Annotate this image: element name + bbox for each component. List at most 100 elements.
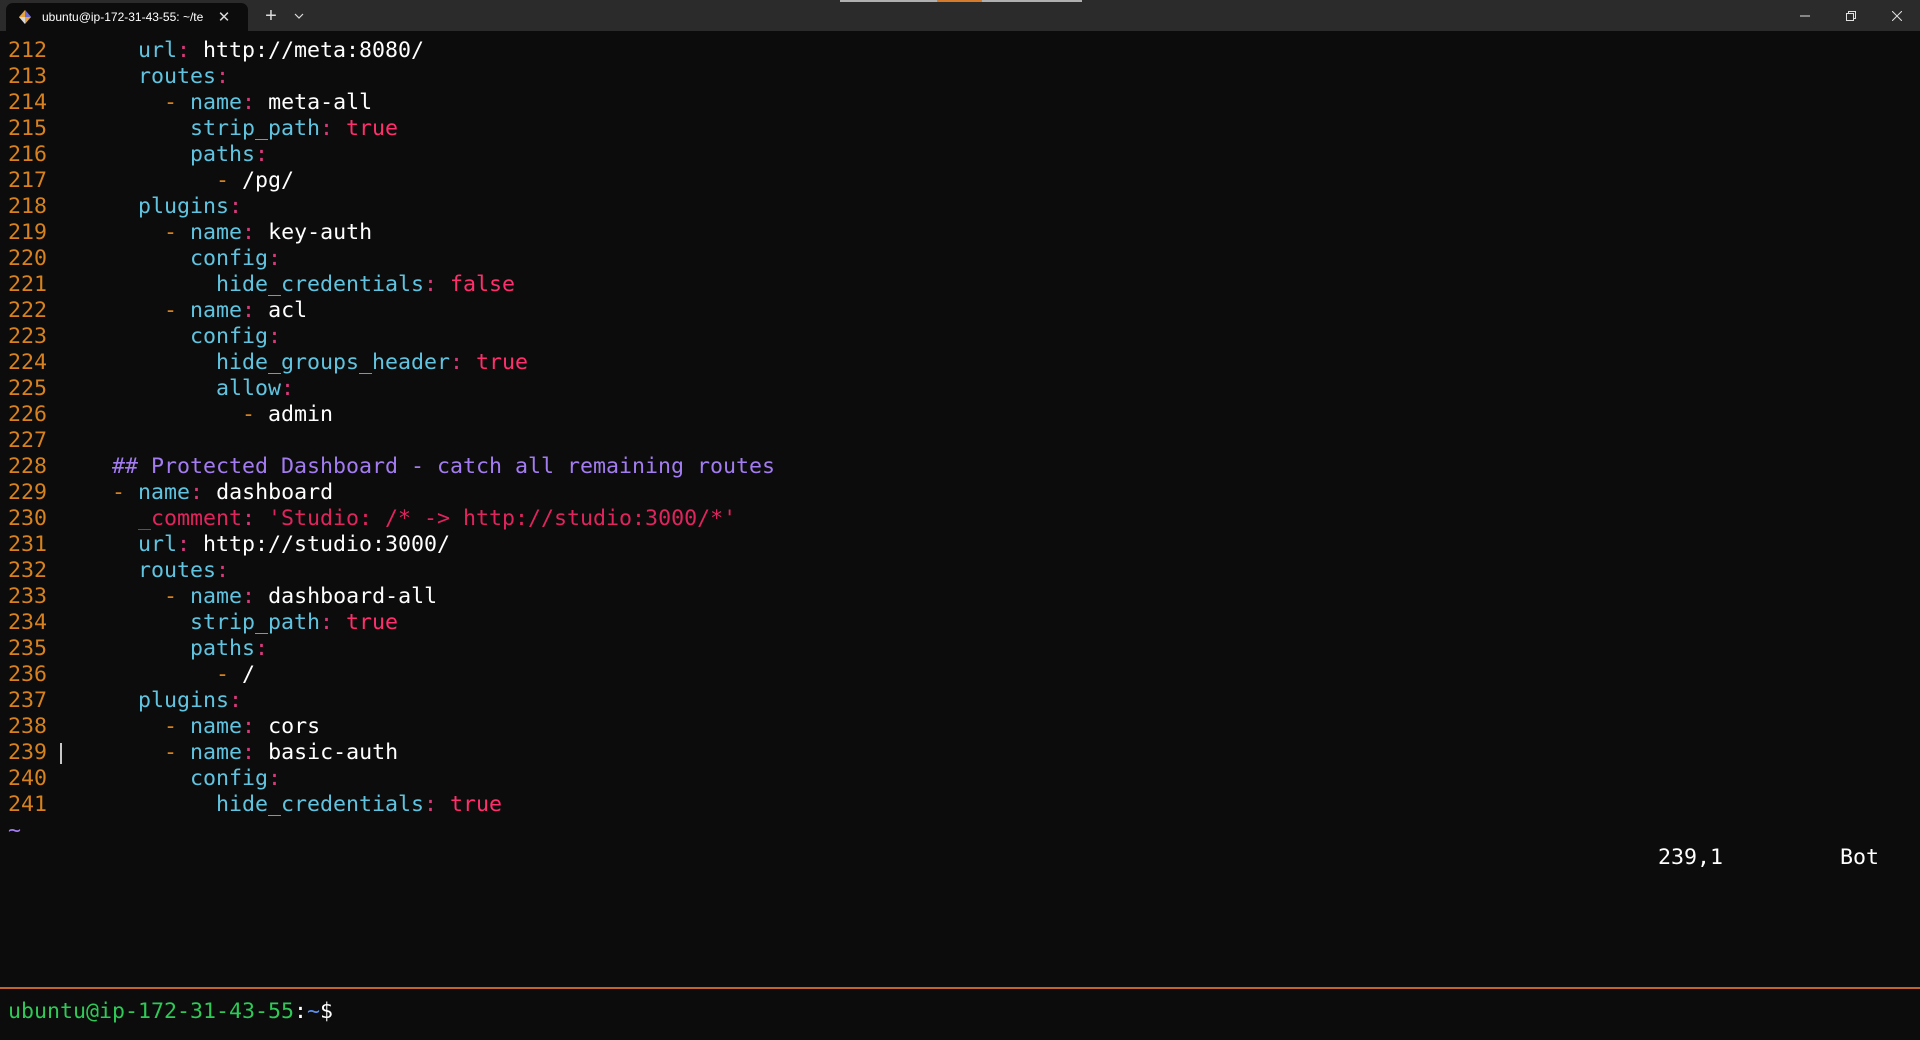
terminal-tab[interactable]: ubuntu@ip-172-31-43-55: ~/te ✕ bbox=[6, 3, 248, 31]
code-token: : bbox=[255, 636, 269, 661]
code-token: - bbox=[164, 90, 191, 115]
code-token: name bbox=[190, 740, 243, 765]
code-token: paths bbox=[190, 142, 256, 167]
top-accent-highlight bbox=[937, 0, 982, 2]
code-token: config bbox=[190, 766, 269, 791]
code-line: 232 routes: bbox=[0, 558, 1920, 584]
code-token: : bbox=[320, 116, 347, 141]
code-token: name bbox=[190, 298, 243, 323]
restore-button[interactable] bbox=[1828, 0, 1874, 31]
shell-prompt[interactable]: ubuntu@ip-172-31-43-55:~$ bbox=[8, 999, 333, 1025]
code-line: 233 - name: dashboard-all bbox=[0, 584, 1920, 610]
prompt-user-host: ubuntu@ip-172-31-43-55 bbox=[8, 999, 295, 1024]
code-token: true bbox=[346, 116, 399, 141]
close-tab-icon[interactable]: ✕ bbox=[213, 6, 235, 28]
code-line: 224 hide_groups_header: true bbox=[0, 350, 1920, 376]
code-token: : bbox=[268, 246, 282, 271]
code-token: false bbox=[450, 272, 516, 297]
line-number: 227 bbox=[8, 428, 48, 453]
code-line: 219 - name: key-auth bbox=[0, 220, 1920, 246]
code-line: 227 bbox=[0, 428, 1920, 454]
scroll-position: Bot bbox=[1840, 845, 1880, 870]
prompt-path: ~ bbox=[307, 999, 321, 1024]
line-number: 225 bbox=[8, 376, 48, 401]
line-number: 218 bbox=[8, 194, 48, 219]
pane-divider[interactable] bbox=[0, 987, 1920, 989]
code-line: 230 _comment: 'Studio: /* -> http://stud… bbox=[0, 506, 1920, 532]
code-token: admin bbox=[268, 402, 334, 427]
code-token: : bbox=[242, 740, 269, 765]
code-token: url bbox=[138, 532, 178, 557]
line-number: 231 bbox=[8, 532, 48, 557]
vim-ruler: 239,1 Bot bbox=[0, 845, 1920, 871]
linux-penguin-icon bbox=[16, 8, 34, 26]
new-tab-button[interactable]: + bbox=[256, 3, 286, 29]
code-token: : bbox=[242, 298, 269, 323]
code-token: : bbox=[320, 610, 347, 635]
line-number: 221 bbox=[8, 272, 48, 297]
code-line: 229 - name: dashboard bbox=[0, 480, 1920, 506]
line-number: 238 bbox=[8, 714, 48, 739]
line-number: 240 bbox=[8, 766, 48, 791]
code-token: dashboard bbox=[216, 480, 334, 505]
code-token: : bbox=[268, 766, 282, 791]
code-token: key-auth bbox=[268, 220, 373, 245]
code-line: 238 - name: cors bbox=[0, 714, 1920, 740]
tab-title: ubuntu@ip-172-31-43-55: ~/te bbox=[42, 10, 204, 24]
code-token: name bbox=[190, 220, 243, 245]
code-token: cors bbox=[268, 714, 321, 739]
text-cursor bbox=[60, 743, 62, 764]
code-token: : bbox=[177, 38, 204, 63]
code-token: - bbox=[216, 168, 243, 193]
code-token: true bbox=[476, 350, 529, 375]
code-token: config bbox=[190, 324, 269, 349]
code-line: 221 hide_credentials: false bbox=[0, 272, 1920, 298]
code-token: hide_groups_header bbox=[216, 350, 451, 375]
line-number: 224 bbox=[8, 350, 48, 375]
code-token: basic-auth bbox=[268, 740, 399, 765]
code-token: name bbox=[138, 480, 191, 505]
code-token: hide_credentials bbox=[216, 792, 425, 817]
code-token: : bbox=[242, 584, 269, 609]
code-line: 215 strip_path: true bbox=[0, 116, 1920, 142]
minimize-button[interactable] bbox=[1782, 0, 1828, 31]
code-line: 218 plugins: bbox=[0, 194, 1920, 220]
code-line: 239 - name: basic-auth bbox=[0, 740, 1920, 766]
code-token: - bbox=[164, 298, 191, 323]
code-token: paths bbox=[190, 636, 256, 661]
prompt-colon: : bbox=[294, 999, 308, 1024]
code-token: allow bbox=[216, 376, 282, 401]
code-token: plugins bbox=[138, 688, 230, 713]
chevron-down-icon[interactable] bbox=[288, 3, 310, 29]
close-window-button[interactable] bbox=[1874, 0, 1920, 31]
code-token: 'Studio: /* -> http://studio:3000/*' bbox=[268, 506, 737, 531]
top-accent-line bbox=[840, 0, 940, 2]
code-token: routes bbox=[138, 64, 217, 89]
code-token: _comment bbox=[138, 506, 243, 531]
code-token: - bbox=[216, 662, 243, 687]
vim-editor[interactable]: 212 url: http://meta:8080/213 routes: 214… bbox=[0, 38, 1920, 844]
line-number: 237 bbox=[8, 688, 48, 713]
code-line: 237 plugins: bbox=[0, 688, 1920, 714]
code-token: - bbox=[242, 402, 269, 427]
code-token: : bbox=[424, 272, 451, 297]
code-line: 223 config: bbox=[0, 324, 1920, 350]
tilde-marker: ~ bbox=[8, 818, 22, 843]
code-token: : bbox=[177, 532, 204, 557]
code-token: acl bbox=[268, 298, 308, 323]
code-token: name bbox=[190, 90, 243, 115]
